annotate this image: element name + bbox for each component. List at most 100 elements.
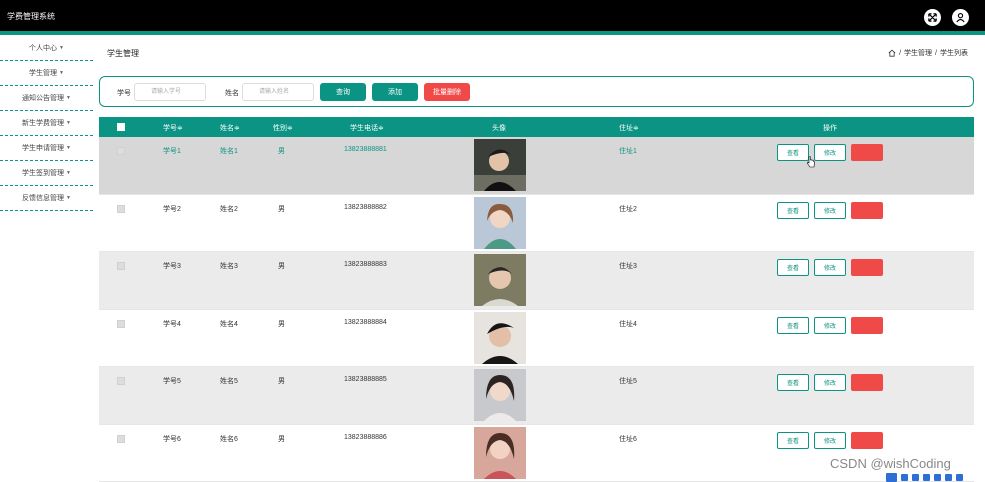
topbar-accent-stripe: [0, 31, 985, 35]
view-button[interactable]: 查看: [777, 144, 809, 161]
delete-button[interactable]: 删除: [851, 144, 883, 161]
cell-address: 住址4: [619, 320, 637, 328]
sidebar-item-personal-center[interactable]: 个人中心 ▼: [0, 36, 93, 61]
tray-icon[interactable]: [923, 473, 930, 481]
edit-button[interactable]: 修改: [814, 201, 846, 219]
breadcrumb: / 学生管理 / 学生列表: [888, 48, 968, 58]
chevron-down-icon: ▼: [66, 195, 71, 201]
tray-icon[interactable]: [956, 473, 963, 481]
delete-button[interactable]: 删除: [851, 201, 883, 219]
tray-icon[interactable]: [901, 473, 908, 481]
tray-icon[interactable]: [934, 473, 941, 481]
col-name[interactable]: 姓名≑: [220, 123, 240, 133]
user-icon: [956, 13, 965, 23]
view-button[interactable]: 查看: [777, 374, 809, 391]
col-address[interactable]: 住址≑: [619, 123, 639, 133]
query-button[interactable]: 查询: [320, 83, 366, 101]
sidebar-item-label: 反馈信息管理: [22, 195, 65, 202]
cell-address: 住址6: [619, 435, 637, 443]
row-checkbox[interactable]: [117, 319, 125, 328]
name-input[interactable]: 请输入姓名: [242, 83, 314, 101]
edit-button[interactable]: 修改: [814, 374, 846, 391]
select-all-checkbox[interactable]: [117, 123, 125, 131]
system-tray: [886, 472, 985, 482]
cell-phone: 13823888885: [344, 376, 387, 383]
cell-name: 姓名1: [220, 148, 238, 155]
page-title: 学生管理: [107, 49, 139, 58]
expand-icon: [928, 13, 937, 22]
sidebar-item-notice-management[interactable]: 通知公告管理 ▼: [0, 86, 93, 111]
delete-button[interactable]: 删除: [851, 431, 883, 449]
student-no-input[interactable]: 请输入学号: [134, 83, 206, 101]
edit-button[interactable]: 修改: [814, 259, 846, 276]
student-no-label: 学号: [117, 90, 131, 97]
mouse-cursor-icon: [807, 156, 815, 168]
view-button[interactable]: 查看: [777, 201, 809, 219]
table-row[interactable]: 学号3 姓名3 男 13823888883 住址3 查看 修改 删除: [99, 252, 974, 310]
sidebar-item-checkin-management[interactable]: 学生签到管理 ▼: [0, 161, 93, 186]
table-row[interactable]: 学号2 姓名2 男 13823888882 住址2 查看 修改 删除: [99, 195, 974, 252]
sidebar-item-label: 学生管理: [29, 70, 58, 77]
cell-gender: 男: [278, 435, 285, 443]
ime-icon[interactable]: [886, 472, 897, 482]
edit-button[interactable]: 修改: [814, 144, 846, 161]
col-phone[interactable]: 学生电话≑: [350, 123, 384, 133]
cell-gender: 男: [278, 205, 285, 213]
avatar: [474, 254, 526, 306]
delete-button[interactable]: 删除: [851, 259, 883, 276]
name-label: 姓名: [225, 90, 239, 97]
row-checkbox[interactable]: [117, 262, 125, 270]
edit-button[interactable]: 修改: [814, 431, 846, 449]
row-checkbox[interactable]: [117, 204, 125, 213]
sidebar-item-feedback-management[interactable]: 反馈信息管理 ▼: [0, 186, 93, 211]
chevron-down-icon: ▼: [66, 145, 71, 151]
search-form: 学号 请输入学号 姓名 请输入姓名 查询 添加 批量删除: [99, 76, 974, 107]
table-header: 学号≑ 姓名≑ 性别≑ 学生电话≑ 头像 住址≑ 操作: [99, 117, 974, 137]
breadcrumb-item[interactable]: 学生管理: [904, 48, 932, 58]
top-navbar: 学费管理系统: [0, 0, 985, 35]
watermark: CSDN @wishCoding: [830, 456, 951, 471]
cell-address: 住址5: [619, 378, 637, 385]
chevron-down-icon: ▼: [66, 95, 71, 101]
batch-delete-button[interactable]: 批量删除: [424, 83, 470, 101]
breadcrumb-item: 学生列表: [940, 50, 968, 57]
delete-button[interactable]: 删除: [851, 316, 883, 334]
cell-address: 住址2: [619, 205, 637, 213]
col-student-no[interactable]: 学号≑: [163, 123, 183, 133]
fullscreen-button[interactable]: [924, 9, 941, 26]
sidebar-item-tuition-management[interactable]: 新生学费管理 ▼: [0, 111, 93, 136]
sidebar-item-label: 学生申请管理: [22, 145, 65, 152]
table-row[interactable]: 学号5 姓名5 男 13823888885 住址5 查看 修改 删除: [99, 367, 974, 425]
col-gender[interactable]: 性别≑: [273, 123, 293, 133]
row-checkbox[interactable]: [117, 147, 125, 155]
breadcrumb-separator: /: [899, 49, 902, 57]
sidebar-item-label: 通知公告管理: [22, 95, 65, 102]
row-checkbox[interactable]: [117, 377, 125, 385]
view-button[interactable]: 查看: [777, 259, 809, 276]
user-menu-button[interactable]: [952, 9, 969, 26]
col-avatar: 头像: [492, 125, 506, 132]
edit-button[interactable]: 修改: [814, 316, 846, 334]
view-button[interactable]: 查看: [777, 431, 809, 449]
sidebar-item-label: 新生学费管理: [22, 120, 65, 127]
table-row[interactable]: 学号6 姓名6 男 13823888886 住址6 查看 修改 删除: [99, 425, 974, 482]
table-row[interactable]: 学号1 姓名1 男 13823888881 住址1 查看 修改 删除: [99, 137, 974, 195]
avatar: [474, 139, 526, 191]
avatar: [474, 311, 526, 364]
cell-address: 住址3: [619, 263, 637, 270]
cell-student-no: 学号3: [163, 263, 181, 270]
add-button[interactable]: 添加: [372, 83, 418, 101]
table-row[interactable]: 学号4 姓名4 男 13823888884 住址4 查看 修改 删除: [99, 310, 974, 367]
tray-icon[interactable]: [945, 473, 952, 481]
cell-phone: 13823888886: [344, 433, 387, 441]
col-actions: 操作: [823, 125, 837, 132]
home-icon[interactable]: [888, 49, 896, 57]
tray-icon[interactable]: [912, 473, 919, 481]
cell-student-no: 学号5: [163, 378, 181, 385]
sidebar-item-student-management[interactable]: 学生管理 ▼: [0, 61, 93, 86]
sidebar-item-application-management[interactable]: 学生申请管理 ▼: [0, 136, 93, 161]
delete-button[interactable]: 删除: [851, 374, 883, 391]
row-checkbox[interactable]: [117, 434, 125, 443]
avatar: [474, 196, 526, 249]
view-button[interactable]: 查看: [777, 316, 809, 334]
